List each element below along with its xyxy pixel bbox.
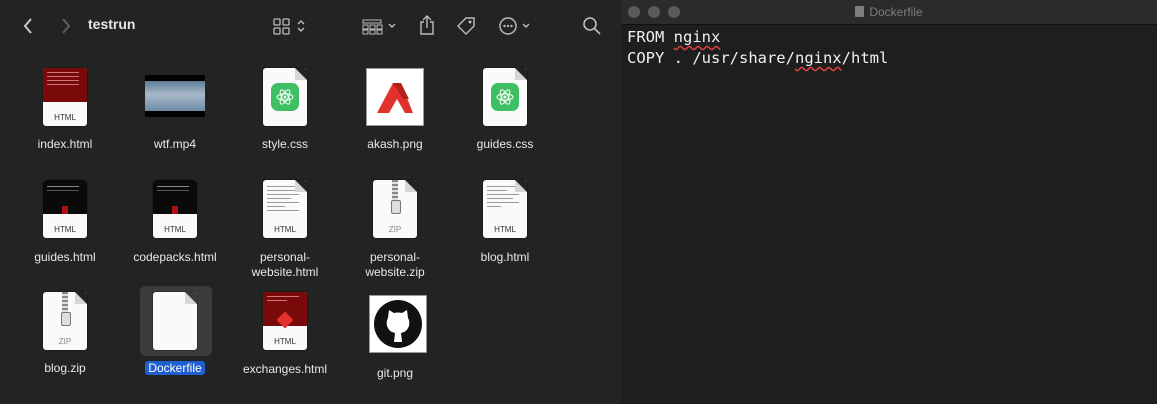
editor-title: Dockerfile	[621, 5, 1157, 19]
akash-image-icon	[367, 69, 423, 125]
html-file-icon: HTML	[43, 68, 87, 126]
file-label: style.css	[261, 137, 308, 151]
html-file-icon: HTML	[263, 180, 307, 238]
file-label: blog.zip	[44, 361, 86, 375]
file-item[interactable]: ZIP personal- website.zip	[340, 178, 450, 288]
file-label: personal- website.zip	[365, 250, 425, 279]
file-label: guides.html	[34, 250, 96, 264]
file-label: exchanges.html	[242, 362, 328, 376]
atom-css-file-icon	[483, 68, 527, 126]
file-label: git.png	[376, 366, 414, 380]
code-line: FROM nginx	[627, 28, 721, 46]
file-item[interactable]: akash.png	[340, 66, 450, 156]
file-label: blog.html	[480, 250, 530, 264]
file-item[interactable]: HTML guides.html	[10, 178, 120, 268]
file-label: index.html	[37, 137, 93, 151]
file-label: guides.css	[476, 137, 534, 151]
text-editor-window: Dockerfile FROM nginx COPY . /usr/share/n…	[621, 0, 1157, 404]
file-label: Dockerfile	[120, 361, 230, 376]
file-item[interactable]: HTML exchanges.html	[230, 290, 340, 380]
video-thumbnail-icon	[145, 75, 205, 117]
atom-css-file-icon	[263, 68, 307, 126]
file-item[interactable]: HTML blog.html	[450, 178, 560, 268]
file-grid: HTML index.html wtf.mp4 style.css akash.…	[0, 0, 621, 404]
file-item[interactable]: HTML codepacks.html	[120, 178, 230, 268]
editor-titlebar: Dockerfile	[621, 0, 1157, 25]
atom-icon	[276, 89, 294, 105]
file-item-selected[interactable]: Dockerfile	[120, 286, 230, 380]
html-file-icon: HTML	[153, 180, 197, 238]
zip-file-icon: ZIP	[43, 292, 87, 350]
file-label: codepacks.html	[133, 250, 217, 264]
code-line: COPY . /usr/share/nginx/html	[627, 49, 889, 67]
file-item[interactable]: style.css	[230, 66, 340, 156]
code-area[interactable]: FROM nginx COPY . /usr/share/nginx/html	[627, 27, 888, 69]
file-item[interactable]: HTML personal- website.html	[230, 178, 340, 288]
file-label: akash.png	[367, 137, 423, 151]
file-item[interactable]: HTML index.html	[10, 66, 120, 156]
github-image-icon	[370, 296, 426, 352]
html-file-icon: HTML	[483, 180, 527, 238]
file-label: wtf.mp4	[153, 137, 196, 151]
document-icon	[855, 6, 865, 17]
atom-icon	[496, 89, 514, 105]
misspelled-word: nginx	[794, 49, 842, 67]
finder-window: testrun HTML index.html wtf.mp4 style.cs…	[0, 0, 621, 404]
html-file-icon: HTML	[43, 180, 87, 238]
html-file-icon: HTML	[263, 292, 307, 350]
file-item[interactable]: git.png	[340, 290, 450, 380]
misspelled-word: nginx	[673, 28, 721, 46]
blank-file-icon	[153, 292, 197, 350]
file-item[interactable]: guides.css	[450, 66, 560, 156]
zip-file-icon: ZIP	[373, 180, 417, 238]
file-label: personal- website.html	[251, 250, 319, 279]
file-item[interactable]: wtf.mp4	[120, 66, 230, 156]
file-item[interactable]: ZIP blog.zip	[10, 290, 120, 380]
